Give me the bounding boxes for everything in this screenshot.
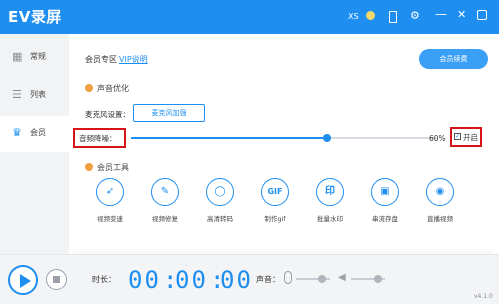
denoise-slider-thumb[interactable] — [323, 134, 331, 142]
tool-camera[interactable]: ◉ 直播视频 — [416, 178, 464, 223]
duration-label: 时长： — [92, 275, 116, 284]
enable-label: 开启 — [463, 133, 478, 142]
enable-checkbox[interactable]: ✓ — [454, 133, 461, 140]
watermark-icon: 印 — [316, 178, 344, 206]
renew-button[interactable]: 会员续费 — [419, 49, 488, 69]
speaker-volume-thumb[interactable] — [374, 275, 382, 283]
denoise-slider-fill[interactable] — [131, 137, 331, 139]
audio-section-title: 声音优化 — [85, 83, 129, 94]
app-title: EV录屏 — [8, 8, 62, 26]
record-start-button[interactable] — [8, 265, 38, 295]
wrench-icon: ✎ — [151, 178, 179, 206]
tool-label: 制作gif — [264, 215, 286, 223]
coin-icon[interactable] — [366, 11, 375, 20]
tools-section-title: 会员工具 — [85, 162, 129, 173]
grid-icon: ▦ — [12, 50, 23, 63]
tool-wrench[interactable]: ✎ 视频修复 — [141, 178, 189, 223]
user-label[interactable]: XS — [348, 10, 359, 24]
camera-icon: ◉ — [426, 178, 454, 206]
bottom-bar: 时长： 00 : 00 : 00 声音： ◀ v4.1.0 — [0, 254, 499, 304]
tool-label: 视频修复 — [152, 215, 178, 223]
speaker-icon[interactable]: ◀ — [338, 272, 348, 283]
sidebar-item-list[interactable]: ☰ 列表 — [0, 78, 69, 114]
tool-circle[interactable]: ◯ 高清转码 — [196, 178, 244, 223]
rocket-icon: ➶ — [96, 178, 124, 206]
tool-label: 高清转码 — [207, 215, 233, 223]
circle-icon: ◯ — [206, 178, 234, 206]
close-icon[interactable]: ✕ — [457, 8, 466, 22]
sidebar-item-general[interactable]: ▦ 常规 — [0, 40, 69, 76]
maximize-icon[interactable] — [477, 10, 487, 20]
save-icon: ▣ — [371, 178, 399, 206]
crown-icon: ♛ — [12, 126, 22, 139]
tool-label: 直播视频 — [427, 215, 453, 223]
sidebar: ▦ 常规 ☰ 列表 ♛ 会员 — [0, 34, 69, 254]
stop-icon — [53, 276, 60, 283]
microphone-icon[interactable] — [284, 271, 292, 284]
play-icon — [20, 274, 31, 288]
denoise-label: 音频降噪： — [79, 134, 117, 143]
mic-setting-label: 麦克风设置： — [85, 110, 130, 119]
sidebar-item-label: 列表 — [30, 90, 46, 99]
tool-rocket[interactable]: ➶ 视频变速 — [86, 178, 134, 223]
record-stop-button[interactable] — [46, 269, 67, 290]
list-icon: ☰ — [12, 88, 22, 101]
minimize-icon[interactable]: — — [435, 7, 447, 21]
tool-watermark[interactable]: 印批量水印 — [306, 178, 354, 223]
timer-minutes: 00 — [175, 266, 208, 294]
section-dot-icon — [85, 84, 93, 92]
timer-hours: 00 — [128, 266, 161, 294]
tool-label: 视频变速 — [97, 215, 123, 223]
timer-seconds: 00 — [220, 266, 253, 294]
tool-label: 批量水印 — [317, 215, 343, 223]
vip-info-link[interactable]: VIP说明 — [119, 54, 148, 65]
title-bar: EV录屏 XS ⚙ — ✕ — [0, 0, 499, 34]
sound-label: 声音： — [256, 275, 280, 284]
mic-boost-button[interactable]: 麦克风加强 — [133, 104, 205, 122]
sidebar-item-label: 会员 — [30, 128, 46, 137]
member-zone-title: 会员专区 — [85, 55, 117, 64]
mic-volume-thumb[interactable] — [318, 275, 326, 283]
tool-label: 串流存盘 — [372, 215, 398, 223]
section-dot-icon — [85, 163, 93, 171]
sidebar-item-label: 常规 — [30, 52, 46, 61]
tool-save[interactable]: ▣ 串流存盘 — [361, 178, 409, 223]
gear-icon[interactable]: ⚙ — [410, 9, 420, 23]
phone-icon[interactable] — [389, 11, 397, 23]
member-panel: 会员专区 VIP说明 会员续费 声音优化 麦克风设置： 麦克风加强 音频降噪： … — [69, 34, 499, 254]
tool-gif[interactable]: GIF 制作gif — [251, 178, 299, 223]
denoise-value: 60% — [429, 134, 446, 143]
gif-icon: GIF — [261, 178, 289, 206]
version-label: v4.1.0 — [474, 293, 493, 300]
denoise-slider-track[interactable] — [331, 137, 437, 139]
sidebar-item-member[interactable]: ♛ 会员 — [0, 116, 69, 152]
